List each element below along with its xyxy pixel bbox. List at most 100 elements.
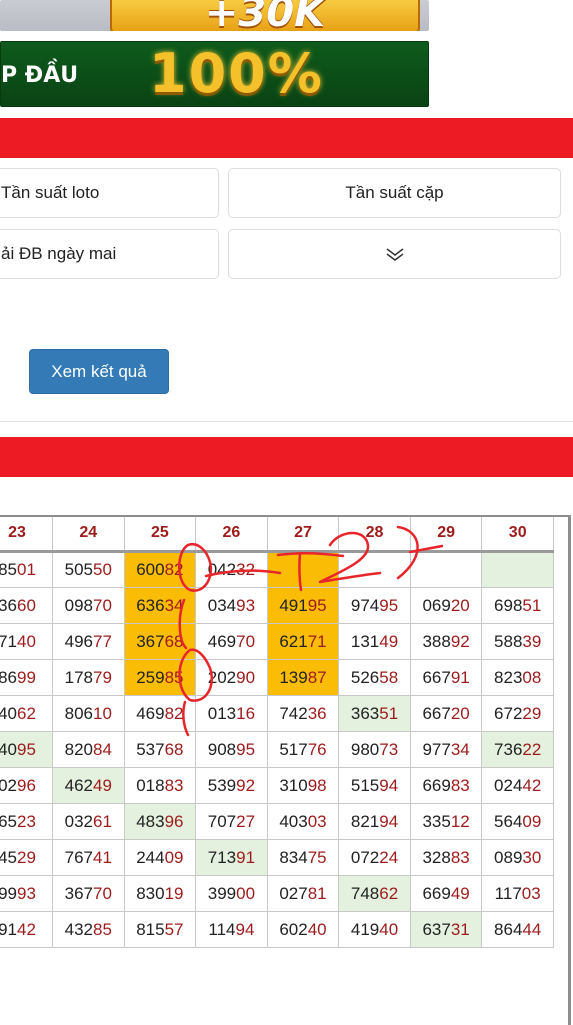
number-tail: 79 — [93, 667, 112, 687]
result-cell: 36768 — [123, 623, 197, 660]
number-prefix: 99 — [0, 883, 17, 903]
result-cell: 36351 — [338, 695, 411, 732]
number-tail: 32 — [236, 560, 256, 579]
number-tail: 94 — [379, 775, 399, 795]
result-cell: 07224 — [338, 839, 411, 876]
result-cell: 67229 — [481, 695, 554, 732]
number-prefix: 748 — [350, 883, 380, 903]
number-prefix: 114 — [208, 919, 236, 939]
result-cell: 82194 — [338, 803, 411, 840]
result-cell: 60082 — [123, 551, 197, 588]
number-prefix: 91 — [0, 919, 17, 939]
number-tail: 34 — [164, 595, 184, 615]
result-cell: 97495 — [338, 587, 411, 624]
number-prefix: 517 — [279, 739, 308, 759]
number-prefix: 600 — [136, 560, 165, 579]
number-prefix: 821 — [350, 811, 380, 831]
number-tail: 58 — [379, 667, 399, 687]
result-cell: 52658 — [338, 659, 411, 696]
result-cell: 4529 — [0, 839, 54, 876]
number-tail: 50 — [93, 560, 112, 579]
result-cell: 63634 — [123, 587, 197, 624]
number-prefix: 85 — [0, 560, 17, 579]
number-tail: 09 — [164, 847, 184, 867]
number-prefix: 139 — [279, 667, 308, 687]
number-tail: 92 — [236, 775, 256, 795]
result-cell: 01316 — [195, 695, 268, 732]
number-tail: 83 — [164, 775, 184, 795]
result-cell: 86444 — [481, 911, 554, 948]
number-prefix: 02 — [0, 775, 17, 795]
column-header: 30 — [481, 515, 554, 553]
number-prefix: 089 — [494, 847, 523, 867]
number-prefix: 539 — [207, 775, 237, 795]
number-prefix: 36 — [0, 595, 17, 615]
number-tail: 01 — [17, 560, 36, 579]
number-tail: 40 — [379, 919, 399, 939]
number-tail: 57 — [164, 919, 184, 939]
number-prefix: 131 — [350, 631, 380, 651]
promo-slogan: P ĐẦU — [1, 63, 79, 88]
option-special-prize-tomorrow[interactable]: ải ĐB ngày mai — [0, 229, 219, 279]
table-row: 0296 46249 01883 53992 31098 51594 66983 02442 — [0, 767, 554, 804]
result-cell: 53768 — [123, 731, 197, 768]
table-row: 3660 09870 63634 03493 49195 97495 06920 69851 — [0, 587, 554, 624]
number-prefix: 977 — [422, 739, 451, 759]
result-cell: 81557 — [123, 911, 197, 948]
result-cell: 03261 — [52, 803, 125, 840]
result-cell: 40303 — [266, 803, 340, 840]
promo-percent: 100% — [149, 42, 324, 105]
number-tail: 68 — [164, 739, 184, 759]
column-header: 27 — [266, 515, 340, 553]
chevron-down-icon — [386, 247, 403, 261]
number-prefix: 244 — [136, 847, 165, 867]
bonus-banner[interactable]: +30K — [0, 0, 429, 31]
number-tail: 42 — [17, 919, 36, 939]
number-tail: 77 — [93, 631, 112, 651]
promo-banner[interactable]: P ĐẦU 100% — [0, 41, 429, 107]
number-prefix: 069 — [422, 595, 451, 615]
number-prefix: 462 — [64, 775, 94, 795]
number-tail: 81 — [307, 883, 327, 903]
number-prefix: 491 — [279, 595, 308, 615]
number-tail: 91 — [236, 847, 256, 867]
result-cell: 83475 — [266, 839, 340, 876]
result-cell: 7140 — [0, 623, 54, 660]
number-tail: 16 — [236, 703, 256, 723]
number-prefix: 469 — [207, 631, 237, 651]
result-cell: 41940 — [338, 911, 411, 948]
number-prefix: 018 — [136, 775, 165, 795]
number-prefix: 667 — [422, 667, 451, 687]
number-prefix: 042 — [207, 560, 237, 579]
option-loto-frequency[interactable]: Tần suất loto — [0, 168, 219, 218]
table-row: 8501 50550 60082 04232 — [0, 551, 554, 588]
number-prefix: 834 — [279, 847, 308, 867]
result-cell — [409, 551, 483, 588]
number-tail: 49 — [93, 775, 112, 795]
result-cell: 32883 — [409, 839, 483, 876]
result-cell: 3660 — [0, 587, 54, 624]
number-tail: 91 — [450, 667, 470, 687]
number-tail: 20 — [450, 703, 470, 723]
table-row: 9142 43285 81557 11494 60240 41940 63731 86444 — [0, 911, 554, 948]
dropdown-select[interactable] — [228, 229, 561, 279]
result-cell: 09870 — [52, 587, 125, 624]
number-prefix: 328 — [422, 847, 451, 867]
number-prefix: 864 — [494, 919, 523, 939]
result-cell: 51594 — [338, 767, 411, 804]
number-tail: 10 — [93, 703, 112, 723]
result-cell: 82084 — [52, 731, 125, 768]
table-row: 4095 82084 53768 90895 51776 98073 97734 73622 — [0, 731, 554, 768]
number-prefix: 830 — [136, 883, 165, 903]
number-tail: 99 — [17, 667, 36, 687]
number-tail: 83 — [450, 775, 470, 795]
number-tail: 93 — [17, 883, 36, 903]
view-results-button[interactable]: Xem kết quả — [29, 349, 169, 394]
number-prefix: 537 — [136, 739, 165, 759]
number-prefix: 034 — [207, 595, 237, 615]
result-cell: 80610 — [52, 695, 125, 732]
number-tail: 94 — [235, 919, 255, 939]
option-pair-frequency[interactable]: Tần suất cặp — [228, 168, 561, 218]
number-prefix: 117 — [494, 883, 522, 903]
result-cell: 9142 — [0, 911, 54, 948]
